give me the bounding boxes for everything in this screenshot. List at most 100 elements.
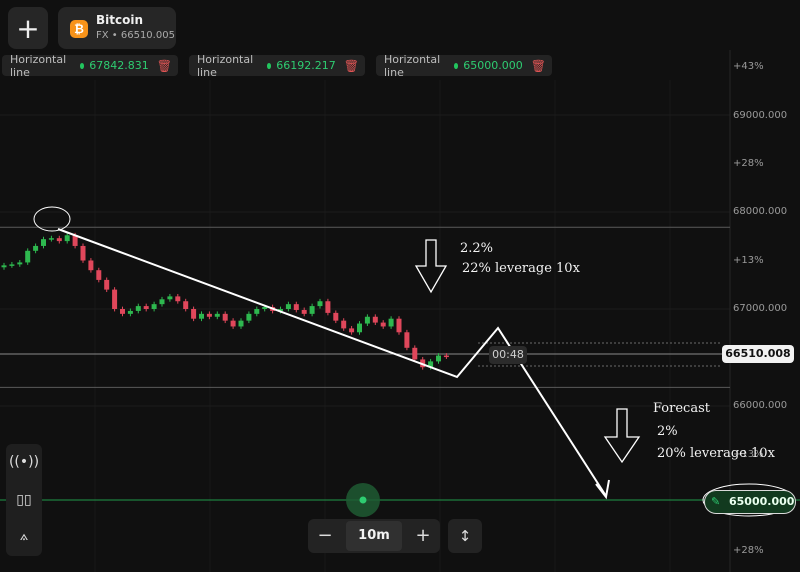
- green-dot-icon: [79, 62, 85, 69]
- horizontal-line-tag-2[interactable]: Horizontal line 66192.217 🗑: [189, 52, 365, 79]
- horizontal-line-label: Horizontal line: [10, 52, 67, 79]
- candle-body: [80, 245, 86, 261]
- zoom-in-button[interactable]: +: [406, 519, 440, 553]
- horizontal-line-label: Horizontal line: [197, 52, 254, 79]
- candle-body: [17, 262, 23, 265]
- horizontal-line-tag-3[interactable]: Horizontal line 65000.000 🗑: [376, 52, 552, 79]
- annotation-text: 2%: [657, 424, 678, 439]
- candle-body: [159, 299, 165, 305]
- bitcoin-icon: ₿: [70, 20, 88, 38]
- candle-body: [9, 264, 15, 266]
- candles-icon[interactable]: ▯▯: [6, 492, 42, 508]
- candle-body: [41, 239, 46, 246]
- horizontal-line-value: 65000.000: [463, 59, 523, 72]
- timeframe-value[interactable]: 10m: [346, 521, 402, 551]
- candle-body: [238, 320, 244, 327]
- asset-card[interactable]: ₿ Bitcoin FX • 66510.005: [58, 7, 176, 49]
- horizontal-line-tag-1[interactable]: Horizontal line 67842.831 🗑: [2, 52, 178, 79]
- horizontal-levels: [0, 226, 800, 517]
- autoscale-button[interactable]: ↕: [448, 519, 482, 553]
- target-price-value: 65000.000: [729, 495, 795, 508]
- target-marker-dot: [359, 496, 367, 504]
- zoom-out-button[interactable]: −: [308, 519, 342, 553]
- candle-body: [404, 332, 410, 348]
- candle-body: [333, 312, 339, 321]
- annotation-text: Forecast: [653, 401, 710, 416]
- trash-icon[interactable]: 🗑: [531, 59, 546, 73]
- down-arrow-shape: [603, 408, 641, 464]
- candle-body: [175, 296, 181, 302]
- candle-body: [151, 304, 157, 309]
- annotation-text: 22% leverage 10x: [462, 261, 580, 276]
- candle-body: [349, 328, 355, 333]
- trash-icon[interactable]: 🗑: [157, 59, 172, 73]
- candle-body: [412, 347, 418, 360]
- candle-timer: 00:48: [489, 346, 527, 364]
- timeframe-control: − 10m +: [308, 519, 440, 553]
- user-drawings: [33, 206, 796, 517]
- candle-body: [143, 306, 149, 309]
- axis-label: 66000.000: [733, 400, 788, 411]
- candle-body: [48, 238, 54, 240]
- horizontal-line-value: 66192.217: [276, 59, 336, 72]
- current-price-tag: 66510.008: [722, 345, 794, 363]
- green-dot-icon: [453, 62, 459, 69]
- add-asset-button[interactable]: +: [8, 7, 48, 49]
- side-toolbar: ((•)) ▯▯ ⟑: [6, 444, 42, 556]
- candle-body: [325, 301, 331, 313]
- candle-body: [388, 318, 394, 327]
- axis-label: 68000.000: [733, 206, 788, 217]
- target-price-tag[interactable]: ✎ 65000.000: [704, 490, 796, 514]
- candle-body: [206, 313, 212, 317]
- candle-body: [127, 310, 133, 314]
- down-arrow-shape: [414, 239, 448, 294]
- green-dot-icon: [266, 62, 272, 69]
- candle-body: [214, 313, 220, 317]
- candle-body: [25, 250, 31, 263]
- candle-body: [396, 318, 402, 333]
- candle-body: [246, 313, 252, 321]
- candle-body: [135, 306, 141, 311]
- candle-body: [372, 316, 378, 323]
- axis-label: +43%: [733, 61, 764, 72]
- candle-body: [230, 320, 236, 327]
- candle-body: [33, 245, 39, 251]
- axis-label: +28%: [733, 545, 764, 556]
- annotation-text: 2.2%: [460, 241, 494, 256]
- candle-body: [96, 270, 102, 280]
- candle-body: [293, 304, 299, 310]
- candle-body: [443, 355, 449, 358]
- pencil-icon[interactable]: ✎: [711, 491, 720, 513]
- horizontal-line-label: Horizontal line: [384, 52, 441, 79]
- asset-name: Bitcoin: [96, 13, 144, 27]
- candle-body: [317, 301, 323, 307]
- candle-body: [301, 309, 307, 314]
- candle-body: [183, 301, 189, 309]
- candle-body: [167, 296, 173, 300]
- horizontal-line-value: 67842.831: [89, 59, 149, 72]
- candle-body: [1, 265, 7, 268]
- candle-body: [191, 309, 197, 319]
- price-chart[interactable]: [0, 0, 800, 572]
- compass-icon[interactable]: ⟑: [6, 528, 42, 544]
- candle-body: [254, 309, 260, 314]
- candle-body: [112, 289, 118, 309]
- axis-label: 67000.000: [733, 303, 788, 314]
- candle-body: [64, 235, 70, 242]
- candle-body: [357, 323, 362, 333]
- candle-body: [285, 304, 291, 309]
- candle-body: [222, 313, 228, 321]
- candle-body: [120, 309, 125, 314]
- broadcast-icon[interactable]: ((•)): [6, 454, 42, 470]
- axis-label: +28%: [733, 158, 764, 169]
- trash-icon[interactable]: 🗑: [344, 59, 359, 73]
- axis-label: 69000.000: [733, 110, 788, 121]
- candle-body: [56, 238, 62, 242]
- axis-label: +13%: [733, 255, 764, 266]
- asset-subtitle: FX • 66510.005: [96, 30, 175, 41]
- candle-body: [88, 260, 94, 271]
- candle-body: [436, 355, 441, 362]
- candle-body: [199, 313, 204, 319]
- candle-body: [364, 316, 370, 324]
- annotation-text: 20% leverage 10x: [657, 446, 775, 461]
